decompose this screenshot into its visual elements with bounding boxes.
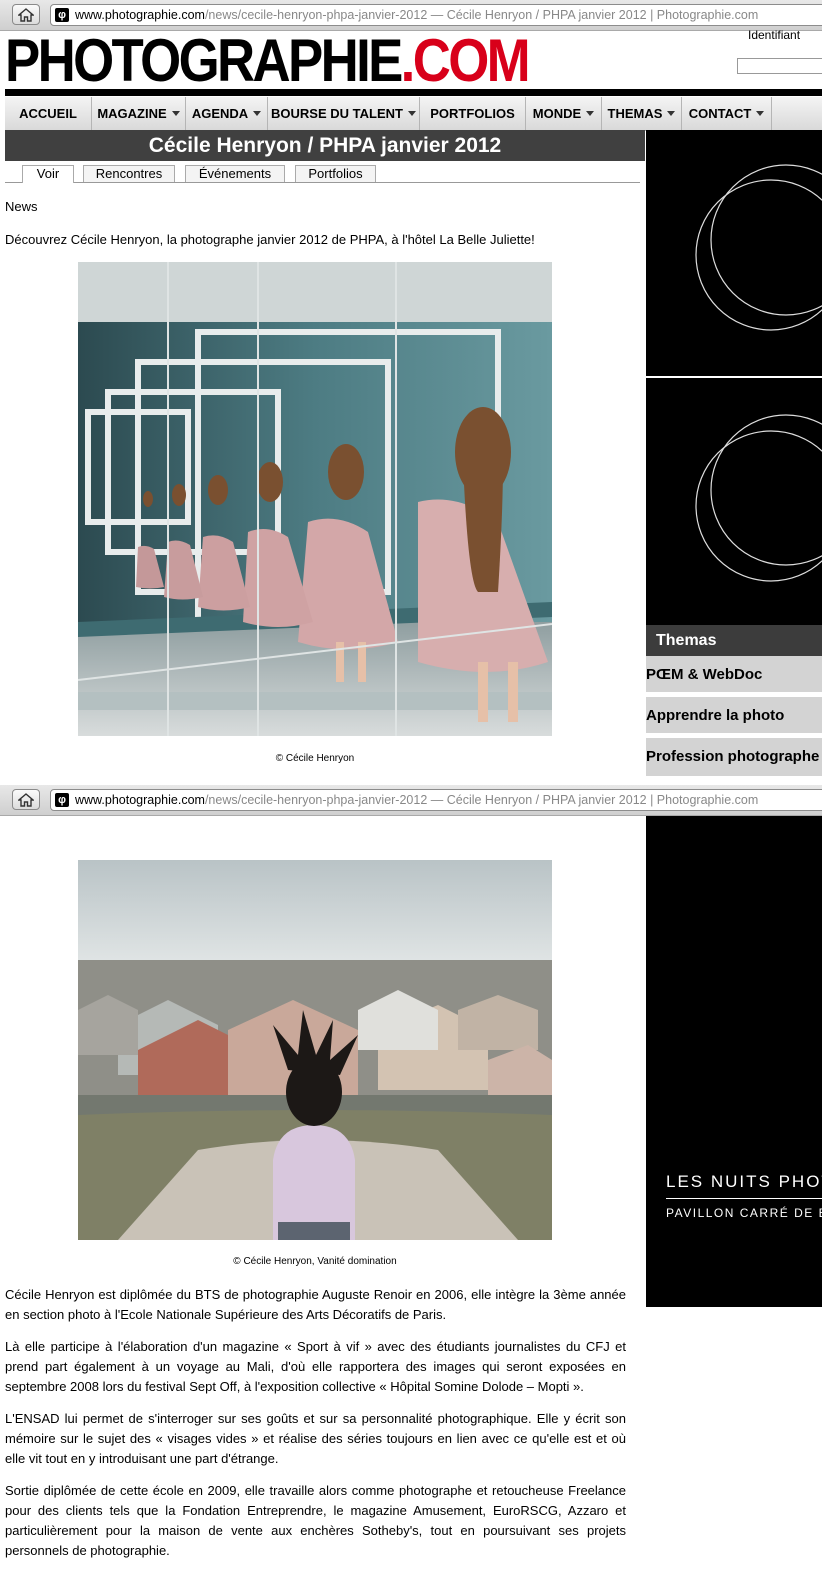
nav-magazine[interactable]: MAGAZINE: [92, 97, 186, 130]
logo-main: PHOTOGRAPHIE: [5, 27, 403, 94]
logo-suffix: .COM: [400, 27, 531, 94]
page-title: Cécile Henryon / PHPA janvier 2012: [5, 130, 645, 161]
url-domain: www.photographie.com: [75, 8, 205, 22]
nav-bourse-du-talent[interactable]: BOURSE DU TALENT: [268, 97, 420, 130]
nav-portfolios[interactable]: PORTFOLIOS: [420, 97, 526, 130]
photo-caption: © Cécile Henryon, Vanité domination: [233, 1256, 397, 1267]
site-logo[interactable]: PHOTOGRAPHIE.COM: [5, 31, 531, 91]
address-bar[interactable]: φ www.photographie.com/news/cecile-henry…: [50, 4, 822, 26]
favicon-icon: φ: [55, 793, 69, 807]
nav-label: BOURSE DU TALENT: [271, 106, 403, 121]
themas-item-apprendre-la-photo[interactable]: Apprendre la photo: [646, 697, 822, 735]
address-bar[interactable]: φ www.photographie.com/news/cecile-henry…: [50, 789, 822, 811]
themas-item-profession-photographe[interactable]: Profession photographe: [646, 738, 822, 778]
nav-label: AGENDA: [191, 106, 249, 121]
ad-subtitle: PAVILLON CARRÉ DE B: [666, 1206, 822, 1220]
article-paragraph: Là elle participe à l'élaboration d'un m…: [5, 1339, 626, 1394]
circles-graphic: [695, 164, 822, 331]
chevron-down-icon: [171, 111, 180, 116]
article-paragraph: Sortie diplômée de cette école en 2009, …: [5, 1483, 626, 1558]
home-button[interactable]: [12, 4, 40, 25]
ad-title: LES NUITS PHOTO: [666, 1172, 822, 1191]
nav-themas[interactable]: THEMAS: [602, 97, 682, 130]
tab-portfolios[interactable]: Portfolios: [295, 165, 376, 182]
nav-label: MAGAZINE: [97, 106, 167, 121]
main-nav: ACCUEIL MAGAZINE AGENDA BOURSE DU TALENT…: [5, 97, 822, 131]
tab-evenements[interactable]: Événements: [185, 165, 285, 182]
chevron-down-icon: [407, 111, 416, 116]
chevron-down-icon: [756, 111, 765, 116]
chevron-down-icon: [586, 111, 595, 116]
photo-vanite-domination: [78, 860, 552, 1240]
nav-label: ACCUEIL: [19, 106, 77, 121]
login-label: Identifiant: [748, 28, 801, 42]
article-category: News: [5, 199, 38, 214]
tab-voir[interactable]: Voir: [22, 165, 74, 183]
sidebar-banner-top[interactable]: [646, 130, 822, 376]
photo-caption: © Cécile Henryon: [275, 753, 355, 764]
url-path: /news/cecile-henryon-phpa-janvier-2012 —…: [204, 793, 759, 807]
home-button[interactable]: [12, 789, 40, 810]
article-tabs: Voir Rencontres Événements Portfolios: [5, 165, 640, 183]
chevron-down-icon: [253, 111, 262, 116]
article-paragraph: Cécile Henryon est diplômée du BTS de ph…: [5, 1287, 626, 1322]
article-intro: Découvrez Cécile Henryon, la photographe…: [5, 232, 535, 247]
login-input[interactable]: [737, 58, 822, 74]
sidebar-banner-middle[interactable]: [646, 378, 822, 625]
nav-label: THEMAS: [607, 106, 663, 121]
article-paragraph: L'ENSAD lui permet de s'interroger sur s…: [5, 1411, 626, 1466]
themas-item-poem-webdoc[interactable]: PŒM & WebDoc: [646, 656, 822, 694]
nav-agenda[interactable]: AGENDA: [186, 97, 268, 130]
chevron-down-icon: [667, 111, 676, 116]
sidebar-ad-nuits-photo[interactable]: [646, 816, 822, 1307]
favicon-icon: φ: [55, 8, 69, 22]
nav-accueil[interactable]: ACCUEIL: [5, 97, 92, 130]
tab-rencontres[interactable]: Rencontres: [83, 165, 175, 182]
circles-graphic: [695, 414, 822, 582]
home-icon: [18, 792, 34, 807]
header-rule: [5, 89, 822, 96]
nav-contact[interactable]: CONTACT: [682, 97, 772, 130]
nav-label: MONDE: [532, 106, 582, 121]
home-icon: [18, 7, 34, 22]
browser-toolbar: φ www.photographie.com/news/cecile-henry…: [0, 785, 822, 816]
nav-monde[interactable]: MONDE: [526, 97, 602, 130]
ad-divider: [666, 1198, 822, 1199]
url-domain: www.photographie.com: [75, 793, 205, 807]
url-path: /news/cecile-henryon-phpa-janvier-2012 —…: [204, 8, 759, 22]
nav-label: CONTACT: [688, 106, 752, 121]
themas-heading: Themas: [646, 625, 822, 656]
nav-label: PORTFOLIOS: [430, 106, 515, 121]
photo-mirror-hallway: [78, 262, 552, 736]
